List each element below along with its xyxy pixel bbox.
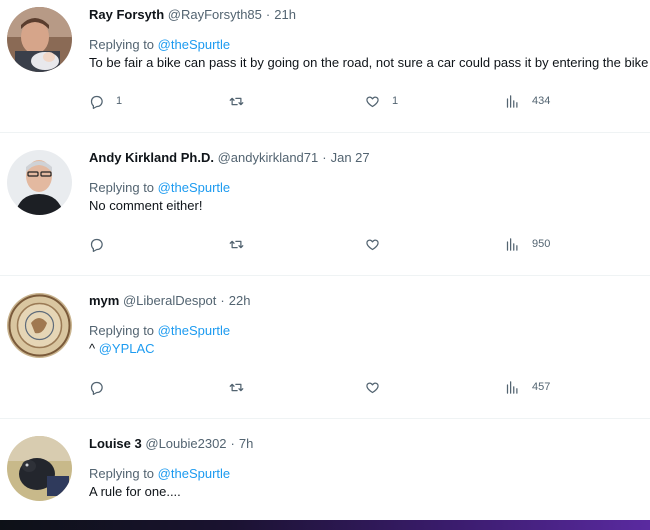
separator-dot: · <box>220 293 225 308</box>
timestamp[interactable]: 7h <box>239 436 253 451</box>
replying-to-line: Replying to @theSpurtle <box>89 180 230 196</box>
author-handle[interactable]: @andykirkland71 <box>218 150 319 165</box>
replying-to-mention[interactable]: @theSpurtle <box>158 466 230 481</box>
timestamp[interactable]: 21h <box>274 7 296 22</box>
reply-tweet[interactable]: mym @LiberalDespot · 22h Replying to @theS… <box>0 276 650 419</box>
views-button[interactable]: 950 <box>505 234 550 254</box>
reply-button[interactable]: 1 <box>89 91 122 111</box>
retweet-button[interactable] <box>229 91 256 111</box>
like-button[interactable] <box>365 377 392 397</box>
tweet-actions: 457 <box>0 377 650 397</box>
reply-count: 1 <box>116 95 123 107</box>
replying-to-line: Replying to @theSpurtle <box>89 37 230 53</box>
separator-dot: · <box>230 436 235 451</box>
tweet-header: Louise 3 @Loubie2302 · 7h <box>89 436 253 452</box>
author-name[interactable]: Ray Forsyth <box>89 7 164 22</box>
author-handle[interactable]: @LiberalDespot <box>123 293 216 308</box>
reply-icon <box>90 95 103 109</box>
tweet-header: Ray Forsyth @RayForsyth85 · 21h <box>89 7 296 23</box>
timestamp[interactable]: 22h <box>229 293 251 308</box>
retweet-button[interactable] <box>229 377 256 397</box>
tweet-text: No comment either! <box>89 198 203 213</box>
replying-to-mention[interactable]: @theSpurtle <box>158 180 230 195</box>
tweet-text: A rule for one.... <box>89 484 181 499</box>
replying-to-mention[interactable]: @theSpurtle <box>158 323 230 338</box>
separator-dot: · <box>322 150 327 165</box>
views-button[interactable]: 434 <box>505 91 550 111</box>
tweet-header: mym @LiberalDespot · 22h <box>89 293 250 309</box>
avatar[interactable] <box>7 436 72 501</box>
view-count: 457 <box>532 381 551 393</box>
tweet-actions: 950 <box>0 234 650 254</box>
tweet-actions: 1 1 434 <box>0 91 650 111</box>
reply-feed: Ray Forsyth @RayForsyth85 · 21h Replying t… <box>0 0 650 520</box>
reply-button[interactable] <box>89 234 116 254</box>
heart-icon <box>366 239 379 250</box>
tweet-mention[interactable]: @YPLAC <box>99 341 155 356</box>
bottom-gradient-bar <box>0 520 650 530</box>
views-icon <box>506 380 518 394</box>
reply-button[interactable] <box>89 377 116 397</box>
heart-icon <box>366 96 379 107</box>
avatar[interactable] <box>7 150 72 215</box>
like-button[interactable]: 1 <box>365 91 398 111</box>
avatar[interactable] <box>7 293 72 358</box>
heart-icon <box>366 382 379 393</box>
avatar[interactable] <box>7 7 72 72</box>
reply-tweet[interactable]: Louise 3 @Loubie2302 · 7h Replying to @the… <box>0 419 650 520</box>
like-button[interactable] <box>365 234 392 254</box>
reply-tweet[interactable]: Andy Kirkland Ph.D. @andykirkland71 · Jan … <box>0 133 650 276</box>
author-name[interactable]: Andy Kirkland Ph.D. <box>89 150 214 165</box>
author-name[interactable]: Louise 3 <box>89 436 142 451</box>
separator-dot: · <box>265 7 271 22</box>
replying-to-label: Replying to <box>89 180 155 195</box>
retweet-button[interactable] <box>229 234 256 254</box>
retweet-icon <box>229 240 244 248</box>
tweet-text: ^ @YPLAC <box>89 341 155 357</box>
like-count: 1 <box>392 95 399 107</box>
views-icon <box>506 237 518 251</box>
replying-to-mention[interactable]: @theSpurtle <box>158 37 230 52</box>
tweet-text: To be fair a bike can pass it by going o… <box>89 55 650 70</box>
author-handle[interactable]: @RayForsyth85 <box>168 7 262 22</box>
reply-icon <box>90 238 103 252</box>
view-count: 950 <box>532 238 551 250</box>
replying-to-label: Replying to <box>89 37 155 52</box>
retweet-icon <box>229 383 244 391</box>
reply-tweet[interactable]: Ray Forsyth @RayForsyth85 · 21h Replying t… <box>0 0 650 133</box>
reply-icon <box>90 381 103 395</box>
replying-to-label: Replying to <box>89 466 155 481</box>
retweet-icon <box>229 97 244 105</box>
author-name[interactable]: mym <box>89 293 119 308</box>
replying-to-line: Replying to @theSpurtle <box>89 466 230 482</box>
view-count: 434 <box>532 95 551 107</box>
views-icon <box>506 94 518 108</box>
tweet-header: Andy Kirkland Ph.D. @andykirkland71 · Jan … <box>89 150 370 166</box>
timestamp[interactable]: Jan 27 <box>331 150 370 165</box>
tweet-text-prefix: ^ <box>89 341 99 356</box>
author-handle[interactable]: @Loubie2302 <box>145 436 226 451</box>
views-button[interactable]: 457 <box>505 377 550 397</box>
replying-to-label: Replying to <box>89 323 155 338</box>
replying-to-line: Replying to @theSpurtle <box>89 323 230 339</box>
